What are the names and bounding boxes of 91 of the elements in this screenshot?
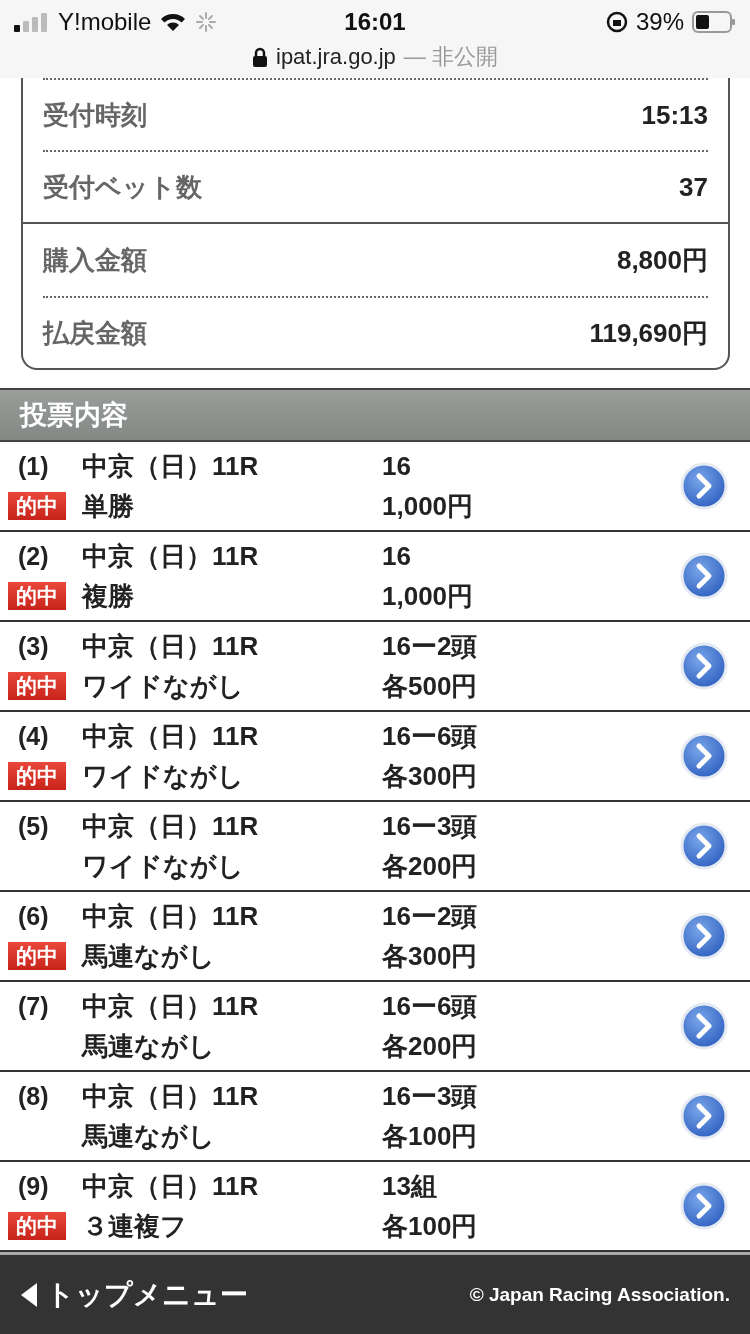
carrier-name: Y!mobile	[58, 8, 152, 36]
bet-selection: 16ー2頭	[382, 629, 479, 663]
battery-icon	[692, 11, 736, 33]
bet-amount: 1,000円	[382, 579, 475, 613]
privacy-label: — 非公開	[403, 43, 498, 71]
chevron-right-icon[interactable]	[680, 552, 728, 600]
summary-value: 8,800円	[616, 243, 708, 277]
bet-type: 複勝	[82, 579, 135, 613]
bet-type: 馬連ながし	[82, 1029, 216, 1063]
bet-number: (1)	[17, 451, 50, 481]
bet-selection: 13組	[382, 1169, 438, 1203]
chevron-right-icon[interactable]	[680, 732, 728, 780]
bet-number: (6)	[17, 901, 50, 931]
top-menu-link[interactable]: トップメニュー	[20, 1275, 248, 1314]
race-name: 中京（日）11R	[82, 1169, 260, 1203]
summary-label: 受付時刻	[43, 98, 147, 132]
bet-selection: 16ー3頭	[382, 809, 479, 843]
bet-row[interactable]: (4) 中京（日）11R 16ー6頭 的中 ワイドながし 各300円	[0, 712, 750, 802]
bet-type: 馬連ながし	[82, 939, 216, 973]
lock-icon	[252, 47, 268, 67]
bet-selection: 16	[382, 450, 412, 482]
hit-badge: 的中	[8, 672, 66, 700]
race-name: 中京（日）11R	[82, 449, 260, 483]
rotation-lock-icon	[605, 11, 628, 33]
chevron-right-icon[interactable]	[680, 642, 728, 690]
race-name: 中京（日）11R	[82, 719, 260, 753]
hit-badge: 的中	[8, 942, 66, 970]
bet-type: ワイドながし	[82, 669, 245, 703]
bet-amount: 各500円	[382, 669, 479, 703]
bet-type: ３連複フ	[82, 1209, 188, 1243]
race-name: 中京（日）11R	[82, 629, 260, 663]
bet-amount: 各100円	[382, 1209, 479, 1243]
bet-type: ワイドながし	[82, 759, 245, 793]
summary-label: 購入金額	[43, 243, 147, 277]
bet-amount: 1,000円	[382, 489, 475, 523]
bet-row[interactable]: (1) 中京（日）11R 16 的中 単勝 1,000円	[0, 442, 750, 532]
bet-number: (4)	[17, 721, 50, 751]
chevron-right-icon[interactable]	[680, 822, 728, 870]
chevron-right-icon[interactable]	[680, 1002, 728, 1050]
hit-badge: 的中	[8, 762, 66, 790]
bet-amount: 各300円	[382, 759, 479, 793]
hit-badge: 的中	[8, 582, 66, 610]
bet-type: ワイドながし	[82, 849, 245, 883]
summary-value: 15:13	[641, 99, 708, 131]
bet-amount: 各200円	[382, 849, 479, 883]
loading-spinner-icon	[195, 11, 218, 33]
chevron-right-icon[interactable]	[680, 1182, 728, 1230]
race-name: 中京（日）11R	[82, 989, 260, 1023]
hit-badge: 的中	[8, 1212, 66, 1240]
bet-amount: 各300円	[382, 939, 479, 973]
chevron-right-icon[interactable]	[680, 912, 728, 960]
bet-amount: 各100円	[382, 1119, 479, 1153]
bet-selection: 16ー2頭	[382, 899, 479, 933]
chevron-right-icon[interactable]	[680, 1092, 728, 1140]
bet-row[interactable]: (8) 中京（日）11R 16ー3頭 馬連ながし 各100円	[0, 1072, 750, 1162]
bet-number: (7)	[17, 991, 50, 1021]
bet-selection: 16ー6頭	[382, 989, 479, 1023]
chevron-right-icon[interactable]	[680, 462, 728, 510]
summary-value: 37	[679, 171, 708, 203]
bet-number: (5)	[17, 811, 50, 841]
summary-label: 払戻金額	[43, 316, 147, 350]
page-url[interactable]: ipat.jra.go.jp	[276, 44, 396, 70]
hit-badge: 的中	[8, 492, 66, 520]
summary-label: 受付ベット数	[43, 170, 202, 204]
bet-selection: 16	[382, 540, 412, 572]
battery-percent: 39%	[635, 8, 684, 36]
wifi-icon	[159, 12, 188, 32]
back-triangle-icon	[20, 1281, 38, 1308]
race-name: 中京（日）11R	[82, 539, 260, 573]
signal-icon	[14, 12, 50, 32]
bet-type: 馬連ながし	[82, 1119, 216, 1153]
bet-selection: 16ー6頭	[382, 719, 479, 753]
race-name: 中京（日）11R	[82, 809, 260, 843]
bet-row[interactable]: (5) 中京（日）11R 16ー3頭 ワイドながし 各200円	[0, 802, 750, 892]
copyright-text: © Japan Racing Association.	[469, 1283, 730, 1306]
bet-type: 単勝	[82, 489, 135, 523]
bet-row[interactable]: (6) 中京（日）11R 16ー2頭 的中 馬連ながし 各300円	[0, 892, 750, 982]
bet-selection: 16ー3頭	[382, 1079, 479, 1113]
section-title: 投票内容	[20, 399, 128, 432]
bet-number: (2)	[17, 541, 50, 571]
bet-row[interactable]: (2) 中京（日）11R 16 的中 複勝 1,000円	[0, 532, 750, 622]
race-name: 中京（日）11R	[82, 899, 260, 933]
bet-row[interactable]: (7) 中京（日）11R 16ー6頭 馬連ながし 各200円	[0, 982, 750, 1072]
bet-number: (8)	[17, 1081, 50, 1111]
summary-value: 119,690円	[589, 316, 708, 350]
bet-number: (3)	[17, 631, 50, 661]
bet-amount: 各200円	[382, 1029, 479, 1063]
race-name: 中京（日）11R	[82, 1079, 260, 1113]
clock-time: 16:01	[344, 8, 406, 36]
bet-row[interactable]: (3) 中京（日）11R 16ー2頭 的中 ワイドながし 各500円	[0, 622, 750, 712]
bet-number: (9)	[17, 1171, 50, 1201]
